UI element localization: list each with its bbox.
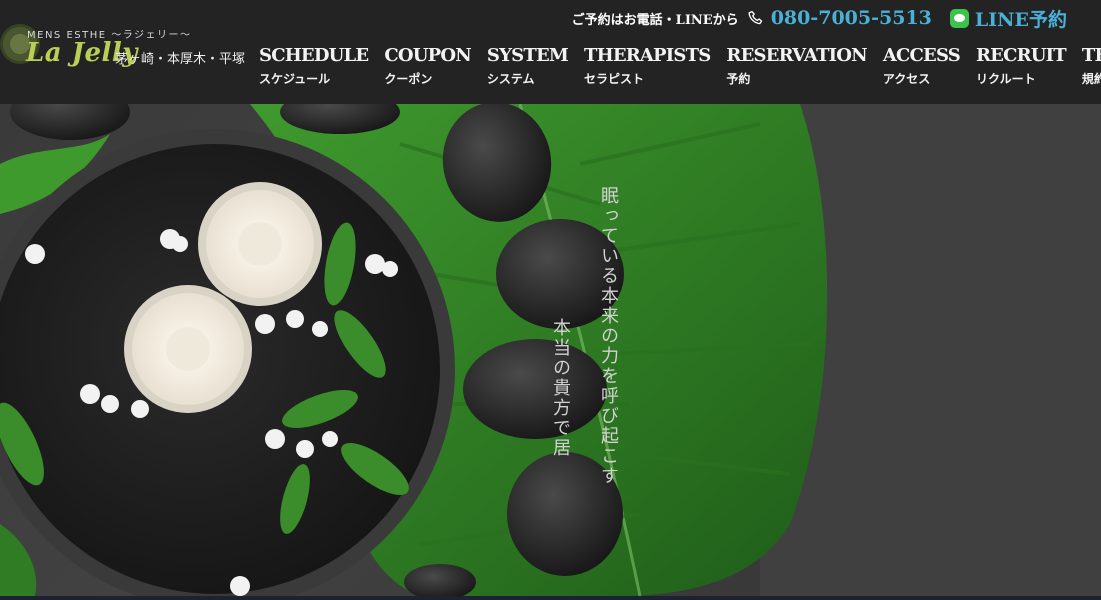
line-app-icon[interactable] bbox=[949, 8, 969, 28]
hero-banner: 眠っている本来の力を呼び起こす 本当の貴方で居 bbox=[0, 104, 1101, 596]
nav-label-en: RECRUIT bbox=[975, 45, 1067, 66]
nav-item-coupon[interactable]: COUPON クーポン bbox=[384, 45, 471, 87]
nav-label-en: SYSTEM bbox=[486, 45, 569, 66]
nav-label-jp: スケジュール bbox=[259, 72, 331, 86]
hero-tagline-2: 本当の貴方で居 bbox=[550, 318, 571, 458]
nav-label-jp: システム bbox=[486, 72, 535, 86]
phone-number-link[interactable]: 080-7005-5513 bbox=[771, 7, 932, 29]
logo-areas: 茅ヶ崎・本厚木・平塚 bbox=[115, 52, 246, 67]
nav-label-en: SCHEDULE bbox=[259, 45, 369, 66]
site-logo[interactable]: MENS ESTHE 〜ラジェリー〜 La Jelly 茅ヶ崎・本厚木・平塚 bbox=[0, 18, 245, 82]
nav-label-jp: セラピスト bbox=[584, 72, 645, 86]
nav-item-recruit[interactable]: RECRUIT リクルート bbox=[975, 45, 1067, 87]
nav-label-en: COUPON bbox=[384, 45, 471, 66]
nav-label-jp: クーポン bbox=[384, 72, 433, 86]
nav-label-jp: 予約 bbox=[726, 72, 751, 86]
contact-bar: ご予約はお電話・LINEから 080-7005-5513 LINE予約 bbox=[571, 5, 1067, 32]
main-nav: SCHEDULE スケジュール COUPON クーポン SYSTEM システム … bbox=[259, 45, 1101, 87]
line-reservation-link[interactable]: LINE予約 bbox=[975, 5, 1067, 32]
nav-item-system[interactable]: SYSTEM システム bbox=[486, 45, 569, 87]
nav-label-en: RESERVATION bbox=[726, 45, 867, 66]
nav-label-jp: 規約 bbox=[1081, 72, 1101, 86]
nav-item-terms[interactable]: TERMS 規約 bbox=[1082, 45, 1101, 87]
phone-icon bbox=[748, 10, 762, 25]
nav-item-reservation[interactable]: RESERVATION 予約 bbox=[726, 45, 867, 87]
hero-bottom-edge bbox=[0, 596, 1101, 600]
nav-item-access[interactable]: ACCESS アクセス bbox=[882, 45, 961, 87]
nav-label-en: TERMS bbox=[1081, 45, 1101, 66]
nav-label-jp: アクセス bbox=[882, 72, 931, 86]
site-header: MENS ESTHE 〜ラジェリー〜 La Jelly 茅ヶ崎・本厚木・平塚 ご… bbox=[0, 0, 1101, 104]
nav-label-jp: リクルート bbox=[975, 72, 1036, 86]
nav-label-en: ACCESS bbox=[882, 45, 961, 66]
nav-item-therapists[interactable]: THERAPISTS セラピスト bbox=[584, 45, 711, 87]
nav-item-schedule[interactable]: SCHEDULE スケジュール bbox=[259, 45, 369, 87]
nav-label-en: THERAPISTS bbox=[584, 45, 711, 66]
hero-tagline-1: 眠っている本来の力を呼び起こす bbox=[598, 186, 619, 486]
contact-label: ご予約はお電話・LINEから bbox=[571, 12, 739, 28]
